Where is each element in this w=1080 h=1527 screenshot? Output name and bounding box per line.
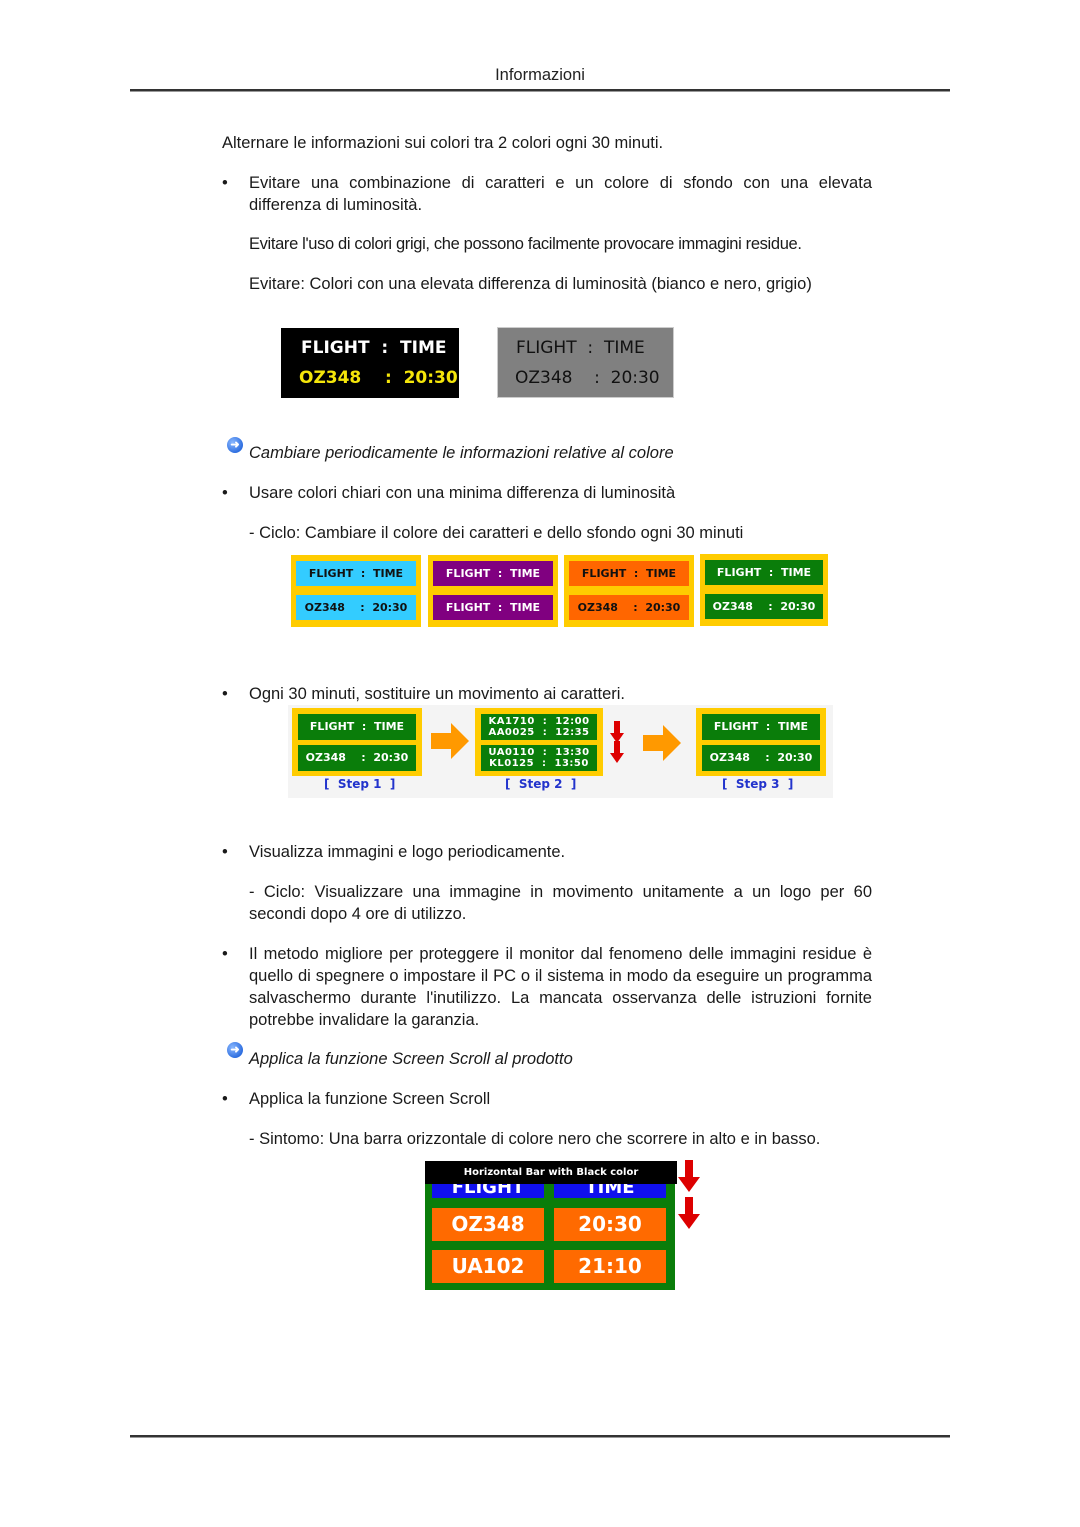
high-contrast-example-board: FLIGHT : TIME OZ348 : 20:30 xyxy=(281,328,459,398)
board-cell-bottom: OZ348 : 20:30 xyxy=(569,595,689,620)
board-cell-bottom: UA0110 : 13:30 KL0125 : 13:50 xyxy=(481,745,597,771)
red-down-arrow-icon xyxy=(678,1197,700,1229)
board-header-flight: FLIGHT xyxy=(432,1184,544,1198)
bullet-text: Applica la funzione Screen Scroll xyxy=(249,1090,491,1108)
bullet-text: Visualizza immagini e logo periodicament… xyxy=(249,843,566,861)
footer-rule xyxy=(130,1435,950,1438)
bullet-subtext: - Ciclo: Cambiare il colore dei caratter… xyxy=(249,524,744,542)
bullet-marker: • xyxy=(222,174,228,192)
board-row-flight: OZ348 : 20:30 xyxy=(299,368,458,388)
gray-example-board: FLIGHT : TIME OZ348 : 20:30 xyxy=(497,327,674,398)
color-cycle-board: FLIGHT : TIME FLIGHT : TIME xyxy=(428,555,558,627)
bullet-subtext: Evitare l'uso di colori grigi, che posso… xyxy=(249,235,802,253)
board-row-header: FLIGHT : TIME xyxy=(516,338,645,358)
board-cell-top: KA1710 : 12:00 AA0025 : 12:35 xyxy=(481,714,597,740)
info-arrow-icon: ➜ xyxy=(227,1042,243,1058)
board-cell-flight: UA102 xyxy=(432,1250,544,1283)
board-cell-bottom: OZ348 : 20:30 xyxy=(705,594,823,619)
step-label: [ Step 3 ] xyxy=(722,777,794,791)
bullet-subtext: - Sintomo: Una barra orizzontale di colo… xyxy=(249,1130,821,1148)
intro-paragraph: Alternare le informazioni sui colori tra… xyxy=(222,134,664,152)
step-label: [ Step 1 ] xyxy=(324,777,396,791)
bullet-marker: • xyxy=(222,685,228,703)
red-down-arrow-icon xyxy=(610,721,624,743)
bullet-marker: • xyxy=(222,484,228,502)
board-cell-top: FLIGHT : TIME xyxy=(702,714,820,740)
page-header-title: Informazioni xyxy=(495,66,585,84)
board-cell-bottom: OZ348 : 20:30 xyxy=(702,745,820,771)
screen-scroll-demo-board: FLIGHT TIME OZ348 20:30 UA102 21:10 Hori… xyxy=(425,1161,677,1290)
bullet-marker: • xyxy=(222,843,228,861)
bullet-text: Evitare una combinazione di caratteri e … xyxy=(249,174,872,214)
board-cell-top: FLIGHT : TIME xyxy=(298,714,416,740)
red-down-arrow-icon xyxy=(610,741,624,763)
board-cell-bottom: FLIGHT : TIME xyxy=(433,595,553,620)
bullet-subtext: Evitare: Colori con una elevata differen… xyxy=(249,275,812,293)
step-label: [ Step 2 ] xyxy=(505,777,577,791)
step-board: FLIGHT : TIME OZ348 : 20:30 xyxy=(292,708,422,776)
board-row-header: FLIGHT : TIME xyxy=(301,338,447,358)
color-cycle-board: FLIGHT : TIME OZ348 : 20:30 xyxy=(291,555,421,627)
board-cell-top: FLIGHT : TIME xyxy=(569,561,689,586)
board-cell-top: FLIGHT : TIME xyxy=(296,561,416,586)
step-board: KA1710 : 12:00 AA0025 : 12:35 UA0110 : 1… xyxy=(475,708,603,776)
bullet-subtext: - Ciclo: Visualizzare una immagine in mo… xyxy=(249,883,872,923)
header-rule xyxy=(130,89,950,92)
board-row-flight: OZ348 : 20:30 xyxy=(515,368,660,388)
board-cell-top: FLIGHT : TIME xyxy=(705,560,823,585)
orange-right-arrow-icon xyxy=(431,723,469,759)
bullet-marker: • xyxy=(222,1090,228,1108)
board-cell-bottom: OZ348 : 20:30 xyxy=(296,595,416,620)
note-heading: Cambiare periodicamente le informazioni … xyxy=(249,444,674,462)
character-movement-steps-diagram: FLIGHT : TIME OZ348 : 20:30 KA1710 : 12:… xyxy=(288,705,833,798)
black-horizontal-bar: Horizontal Bar with Black color xyxy=(425,1161,677,1184)
note-heading: Applica la funzione Screen Scroll al pro… xyxy=(249,1050,573,1068)
color-cycle-board: FLIGHT : TIME OZ348 : 20:30 xyxy=(564,555,694,627)
red-down-arrow-icon xyxy=(678,1160,700,1192)
step-board: FLIGHT : TIME OZ348 : 20:30 xyxy=(696,708,826,776)
bullet-text: Usare colori chiari con una minima diffe… xyxy=(249,484,676,502)
bullet-marker: • xyxy=(222,945,228,963)
board-cell-time: 20:30 xyxy=(554,1208,666,1241)
bullet-text: Il metodo migliore per proteggere il mon… xyxy=(249,945,872,1029)
bullet-text: Ogni 30 minuti, sostituire un movimento … xyxy=(249,685,625,703)
board-header-time: TIME xyxy=(554,1184,666,1198)
board-cell-bottom: OZ348 : 20:30 xyxy=(298,745,416,771)
info-arrow-icon: ➜ xyxy=(227,437,243,453)
board-cell-top: FLIGHT : TIME xyxy=(433,561,553,586)
orange-right-arrow-icon xyxy=(643,725,681,761)
board-cell-flight: OZ348 xyxy=(432,1208,544,1241)
color-cycle-board: FLIGHT : TIME OZ348 : 20:30 xyxy=(700,554,828,626)
board-cell-time: 21:10 xyxy=(554,1250,666,1283)
